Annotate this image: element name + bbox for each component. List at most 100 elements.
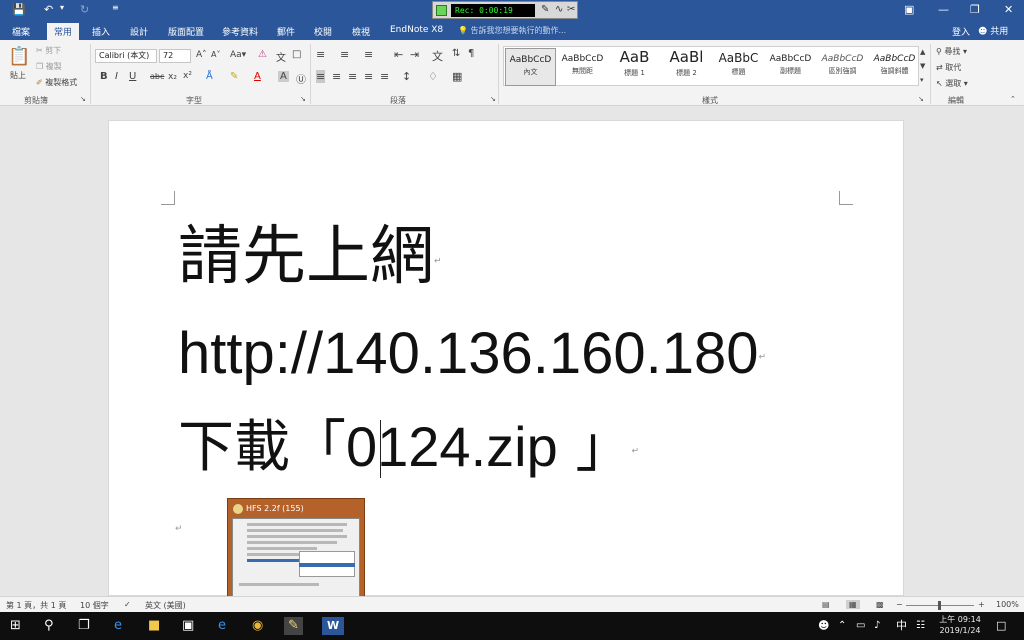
task-view-icon[interactable]: ❐ [78,617,90,635]
tab-endnote[interactable]: EndNote X8 [390,25,443,35]
tab-references[interactable]: 參考資料 [222,25,258,38]
paragraph-launcher-icon[interactable]: ↘ [490,95,496,103]
replace-button[interactable]: ⇄ 取代 [936,62,961,73]
copy-button[interactable]: ❐ 複製 [36,61,62,72]
style-title[interactable]: AaBbC 標題 [713,48,764,86]
numbering-icon[interactable]: ≡ [340,48,349,61]
increase-indent-icon[interactable]: ⇥ [410,48,419,61]
zoom-slider-thumb[interactable] [938,601,941,610]
tab-insert[interactable]: 插入 [92,25,110,38]
ime-mode-icon[interactable]: ☷ [916,617,925,635]
ime-indicator[interactable]: 中 [896,617,907,635]
restore-icon[interactable]: ❐ [970,3,980,16]
read-mode-icon[interactable]: ▤ [822,600,830,609]
print-layout-icon[interactable]: ▦ [846,600,860,609]
chrome-icon[interactable]: ◉ [252,617,263,635]
clipboard-launcher-icon[interactable]: ↘ [80,95,86,103]
align-center-icon[interactable]: ≡ [332,70,341,83]
clear-formatting-icon[interactable]: ⚠ [258,49,267,60]
style-no-spacing[interactable]: AaBbCcD 無間距 [557,48,608,86]
style-emphasis[interactable]: AaBbCcD 強調斜體 [869,48,920,86]
redo-icon[interactable]: ↻ [80,3,89,16]
tab-layout[interactable]: 版面配置 [168,25,204,38]
show-marks-icon[interactable]: ¶ [468,48,474,59]
minimize-icon[interactable]: — [938,3,949,16]
phonetic-guide-icon[interactable]: 文 [276,49,286,64]
styles-scroll-down-icon[interactable]: ▼ [920,62,925,70]
tray-chevron-icon[interactable]: ⌃ [838,617,846,635]
highlight-icon[interactable]: ✎ [230,71,238,82]
borders-icon[interactable]: ▦ [452,70,462,83]
justify-icon[interactable]: ≡ [364,70,373,83]
character-border-icon[interactable]: □ [292,49,301,60]
decrease-indent-icon[interactable]: ⇤ [394,48,403,61]
tab-view[interactable]: 檢視 [352,25,370,38]
styles-scroll-up-icon[interactable]: ▲ [920,48,925,56]
tab-review[interactable]: 校閱 [314,25,332,38]
italic-button[interactable]: I [115,71,118,82]
file-explorer-icon[interactable]: ■ [148,617,160,635]
ribbon-display-options-icon[interactable]: ▣ [904,3,914,16]
style-heading-1[interactable]: AaB 標題 1 [609,48,660,86]
tab-mailings[interactable]: 郵件 [277,25,295,38]
font-size-select[interactable]: 72 [159,49,191,63]
find-button[interactable]: ⚲ 尋找 ▾ [936,46,967,57]
paste-icon[interactable]: 📋 [8,46,30,67]
recorder-pencil-icon[interactable]: ✎ [541,4,549,15]
align-right-icon[interactable]: ≡ [348,70,357,83]
undo-icon[interactable]: ↶ [44,3,53,16]
text-effects-icon[interactable]: Å [206,71,213,82]
volume-icon[interactable]: ♪ [874,617,880,635]
distributed-icon[interactable]: ≡ [380,70,389,83]
bold-button[interactable]: B [100,71,108,82]
proofing-icon[interactable]: ✓ [124,600,131,609]
align-left-icon[interactable]: ≡ [316,70,326,83]
zoom-out-icon[interactable]: − [896,600,903,609]
recorder-draw-icon[interactable]: ∿ [555,4,563,15]
document-line-2[interactable]: http://140.136.160.180↵ [178,322,766,390]
select-button[interactable]: ↖ 選取 ▾ [936,78,968,89]
font-color-icon[interactable]: A [254,71,261,82]
notifications-icon[interactable]: □ [996,617,1006,635]
character-shading-icon[interactable]: A [278,71,289,82]
word-count[interactable]: 10 個字 [80,600,109,611]
system-clock[interactable]: 上午 09:14 2019/1/24 [936,614,984,636]
page-count[interactable]: 第 1 頁，共 1 頁 [6,600,66,611]
save-icon[interactable]: 💾 [12,3,26,16]
chinese-layout-icon[interactable]: 文 [432,48,443,64]
style-subtle-emphasis[interactable]: AaBbCcD 區別強調 [817,48,868,86]
undo-dropdown-icon[interactable]: ▾ [60,3,64,12]
language[interactable]: 英文 (美國) [145,600,186,611]
people-icon[interactable]: ☻ [818,617,829,635]
shading-icon[interactable]: ♢ [428,70,438,83]
style-subtitle[interactable]: AaBbCcD 副標題 [765,48,816,86]
battery-icon[interactable]: ▭ [856,617,865,635]
document-line-3[interactable]: 下載「0124.zip 」↵ [178,414,639,485]
word-taskbar-icon[interactable]: W [322,617,345,635]
customize-quick-access-icon[interactable]: ≡ [112,3,119,12]
underline-button[interactable]: U [129,71,136,82]
search-icon[interactable]: ⚲ [44,617,54,635]
enclose-characters-icon[interactable]: Ⓤ [296,71,306,86]
hfs-taskbar-icon[interactable]: ✎ [284,617,303,635]
style-normal[interactable]: AaBbCcD 內文 [505,48,556,86]
styles-more-icon[interactable]: ▾ [920,76,924,84]
collapse-ribbon-icon[interactable]: ⌃ [1010,95,1016,103]
bullets-icon[interactable]: ≡ [316,48,325,61]
shrink-font-icon[interactable]: A˅ [211,50,220,59]
cut-button[interactable]: ✂ 剪下 [36,45,61,56]
font-name-select[interactable]: Calibri (本文) [95,49,157,63]
close-icon[interactable]: ✕ [1004,3,1013,16]
paste-button[interactable]: 貼上 [10,70,26,81]
store-icon[interactable]: ▣ [182,617,194,635]
share-button[interactable]: ☻ 共用 [978,24,1008,37]
recorder-scissors-icon[interactable]: ✂ [567,4,575,15]
hfs-taskbar-preview[interactable]: HFS 2.2f (155) [227,498,365,610]
web-layout-icon[interactable]: ▩ [876,600,884,609]
sign-in-link[interactable]: 登入 [952,25,970,38]
format-painter-button[interactable]: ✐ 複製格式 [36,77,77,88]
font-launcher-icon[interactable]: ↘ [300,95,306,103]
superscript-button[interactable]: x² [183,71,192,81]
grow-font-icon[interactable]: A˄ [196,50,207,60]
tell-me-box[interactable]: 💡 告訴我您想要執行的動作... [458,25,566,36]
